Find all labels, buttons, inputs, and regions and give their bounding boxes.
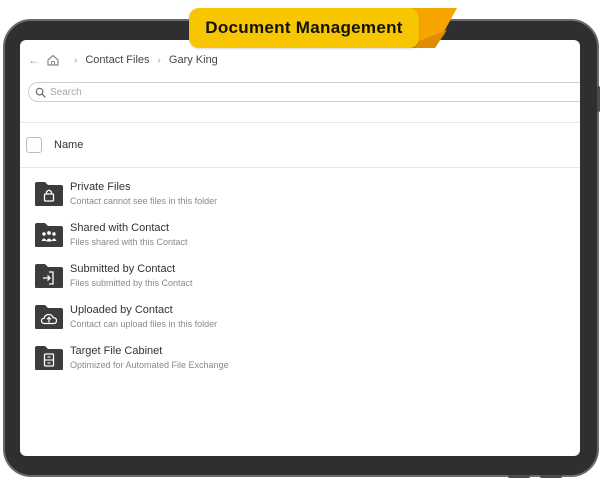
breadcrumb-item-contact-files[interactable]: Contact Files	[85, 54, 149, 66]
folder-title: Target File Cabinet	[70, 345, 163, 357]
folder-submit-icon	[35, 264, 63, 288]
search-icon	[35, 87, 46, 98]
search-box[interactable]	[28, 82, 580, 102]
search-input[interactable]	[50, 86, 530, 98]
column-header-name[interactable]: Name	[54, 137, 83, 153]
folder-title: Submitted by Contact	[70, 263, 176, 275]
folder-item-uploaded-by-contact[interactable]: Uploaded by Contact Contact can upload f…	[34, 303, 514, 333]
folder-title: Shared with Contact	[70, 222, 170, 234]
banner-title: Document Management	[205, 18, 403, 37]
folder-item-shared-with-contact[interactable]: Shared with Contact Files shared with th…	[34, 221, 514, 251]
chevron-right-icon: ›	[74, 54, 78, 66]
chevron-right-icon: ›	[157, 54, 161, 66]
folder-item-private-files[interactable]: Private Files Contact cannot see files i…	[34, 180, 514, 210]
folder-people-icon	[35, 223, 63, 247]
folder-file-cabinet-icon	[35, 346, 63, 370]
tablet-bottom-button	[508, 475, 530, 478]
folder-title: Uploaded by Contact	[70, 304, 173, 316]
document-management-banner: Document Management	[189, 8, 419, 48]
breadcrumb-item-current: Gary King	[168, 54, 218, 66]
folder-cloud-upload-icon	[35, 305, 63, 329]
folder-lock-icon	[35, 182, 63, 206]
select-all-checkbox[interactable]	[26, 137, 42, 153]
home-icon[interactable]	[46, 53, 60, 67]
folder-subtitle: Files submitted by this Contact	[70, 278, 193, 288]
folder-item-submitted-by-contact[interactable]: Submitted by Contact Files submitted by …	[34, 262, 514, 292]
folder-item-target-file-cabinet[interactable]: Target File Cabinet Optimized for Automa…	[34, 344, 514, 374]
app-screen: ← › Contact Files › Gary King Name	[20, 40, 580, 456]
folder-subtitle: Contact can upload files in this folder	[70, 319, 218, 329]
breadcrumb: ← › Contact Files › Gary King	[28, 50, 218, 70]
folder-subtitle: Files shared with this Contact	[70, 237, 188, 247]
tablet-frame: ← › Contact Files › Gary King Name	[0, 16, 600, 480]
folder-subtitle: Contact cannot see files in this folder	[70, 196, 218, 206]
tablet-bottom-button	[540, 475, 562, 478]
folder-subtitle: Optimized for Automated File Exchange	[70, 360, 229, 370]
table-header: Name	[20, 122, 580, 168]
back-arrow-icon[interactable]: ←	[28, 53, 42, 67]
folder-title: Private Files	[70, 181, 131, 193]
